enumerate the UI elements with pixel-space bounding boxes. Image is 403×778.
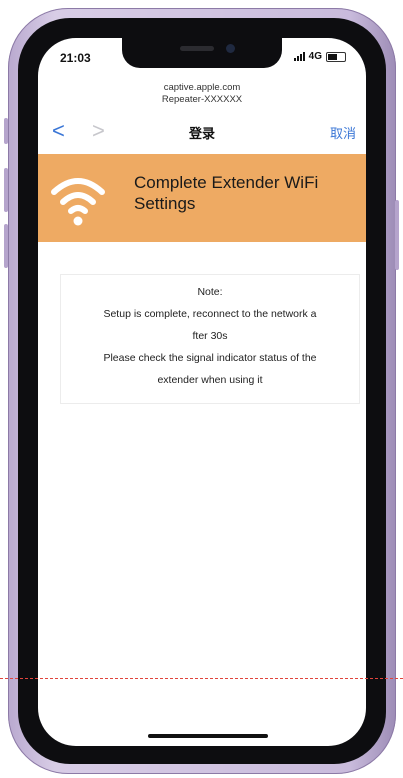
network-name: Repeater-XXXXXX bbox=[161, 94, 243, 105]
url-bar: captive.apple.com Repeater-XXXXXX bbox=[38, 82, 366, 106]
battery-icon bbox=[326, 51, 346, 62]
note-line: Setup is complete, reconnect to the netw… bbox=[103, 308, 317, 320]
mute-switch bbox=[4, 118, 8, 144]
status-time: 21:03 bbox=[60, 51, 91, 65]
note-line: fter 30s bbox=[192, 330, 228, 342]
signal-bars-icon bbox=[293, 52, 305, 61]
front-camera bbox=[226, 44, 235, 53]
note-line: Please check the signal indicator status… bbox=[103, 352, 317, 364]
note-line: extender when using it bbox=[157, 374, 263, 386]
setup-header: Complete Extender WiFi Settings bbox=[38, 154, 366, 242]
page-title: 登录 bbox=[188, 126, 215, 141]
phone-screen: 21:03 4G captive.apple.com Repeater-XXXX… bbox=[38, 38, 366, 746]
speaker-grille bbox=[180, 46, 214, 51]
notch bbox=[122, 38, 282, 68]
volume-up-button bbox=[4, 168, 8, 212]
status-indicators: 4G bbox=[293, 51, 346, 62]
network-type: 4G bbox=[308, 51, 322, 62]
volume-down-button bbox=[4, 224, 8, 268]
note-card: Note: Setup is complete, reconnect to th… bbox=[60, 274, 360, 404]
power-button bbox=[395, 200, 399, 270]
dashed-cut-line bbox=[0, 678, 403, 679]
header-title: Complete Extender WiFi Settings bbox=[134, 173, 319, 213]
wifi-icon bbox=[51, 178, 105, 226]
cancel-button[interactable]: 取消 bbox=[330, 123, 356, 142]
url-text: captive.apple.com bbox=[163, 82, 241, 93]
captive-nav-bar: < > 登录 取消 bbox=[38, 116, 366, 150]
note-heading: Note: bbox=[197, 286, 223, 298]
home-indicator[interactable] bbox=[148, 734, 268, 738]
